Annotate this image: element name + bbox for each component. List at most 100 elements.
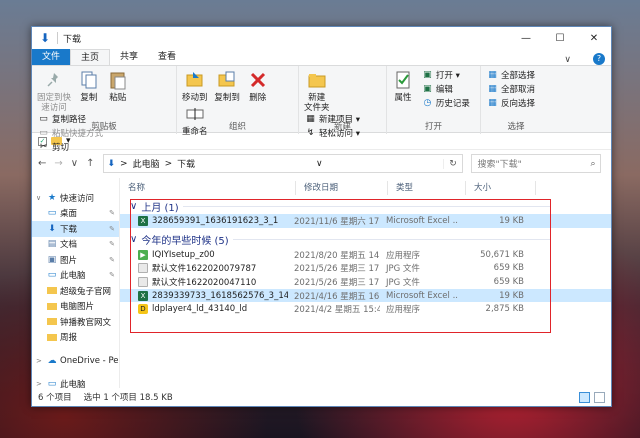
column-header-size[interactable]: 大小: [466, 181, 536, 195]
tab-view[interactable]: 查看: [148, 49, 186, 65]
pin-icon: ✎: [109, 240, 115, 249]
group-header-earlier-this-year[interactable]: ∨ 今年的早些时候 (5): [120, 232, 611, 248]
group-collapse-chevron-icon[interactable]: ∨: [130, 234, 137, 245]
expand-chevron-icon[interactable]: >: [36, 380, 44, 388]
move-to-button[interactable]: 移动到: [182, 69, 208, 103]
document-icon: ▤: [47, 239, 57, 250]
select-group-label: 选择: [507, 122, 525, 132]
jpg-icon: [138, 276, 148, 287]
pin-quick-access-button[interactable]: 固定到快 速访问: [37, 69, 71, 113]
select-all-label: 全部选择: [501, 71, 536, 81]
file-name: ldplayer4_ld_43140_ld: [152, 304, 248, 315]
nav-item-documents[interactable]: ▤ 文档 ✎: [32, 237, 119, 253]
file-size: 659 KB: [493, 276, 524, 287]
expand-chevron-icon[interactable]: >: [36, 357, 44, 365]
select-none-button[interactable]: ▦ 全部取消: [487, 83, 535, 95]
back-arrow-icon[interactable]: ←: [38, 158, 46, 169]
nav-item-label: 快速访问: [60, 193, 95, 204]
properties-icon: [392, 69, 414, 91]
history-label: 历史记录: [435, 99, 470, 109]
maximize-button[interactable]: ☐: [543, 27, 577, 49]
select-group: ▦ 全部选择 ▦ 全部取消 ▦ 反向选择 选择: [481, 66, 551, 134]
nav-item-folder[interactable]: 周报: [32, 330, 119, 346]
select-small-buttons: ▦ 全部选择 ▦ 全部取消 ▦ 反向选择: [487, 69, 535, 109]
delete-button[interactable]: 删除: [247, 69, 269, 103]
refresh-icon[interactable]: ↻: [443, 158, 461, 169]
tab-home[interactable]: 主页: [70, 49, 111, 65]
copy-button[interactable]: 复制: [78, 69, 100, 103]
file-row[interactable]: X 328659391_1636191623_3_1 2021/11/6 星期六 …: [120, 214, 611, 228]
nav-item-this-pc[interactable]: > ▭ 此电脑: [32, 377, 119, 388]
paste-button[interactable]: 粘贴: [107, 69, 129, 103]
up-arrow-icon[interactable]: ↑: [86, 158, 94, 169]
picture-icon: ▣: [47, 254, 57, 265]
nav-item-this-pc-pinned[interactable]: ▭ 此电脑 ✎: [32, 268, 119, 284]
file-row[interactable]: X 2839339733_1618562576_3_14 2021/4/16 星期…: [120, 288, 611, 303]
details-view-icon[interactable]: [579, 391, 590, 403]
collapse-chevron-icon[interactable]: ∨: [36, 194, 44, 202]
tab-share[interactable]: 共享: [110, 49, 148, 65]
nav-item-folder[interactable]: 钟播教官网文: [32, 314, 119, 330]
file-row[interactable]: 默认文件1622020047110 2021/5/26 星期三 17:... J…: [120, 275, 611, 289]
forward-arrow-icon[interactable]: →: [54, 158, 62, 169]
close-button[interactable]: ✕: [577, 27, 611, 49]
nav-item-label: 钟播教官网文: [60, 317, 112, 328]
invert-selection-label: 反向选择: [501, 99, 536, 109]
breadcrumb-downloads[interactable]: 下载: [177, 157, 195, 170]
file-size: 2,875 KB: [485, 304, 524, 315]
file-date: 2021/8/20 星期五 14:...: [294, 250, 380, 261]
file-size: 50,671 KB: [480, 249, 524, 260]
invert-selection-button[interactable]: ▦ 反向选择: [487, 97, 535, 109]
pin-icon: ✎: [109, 255, 115, 264]
nav-item-downloads[interactable]: ⬇ 下载 ✎: [32, 221, 119, 237]
nav-item-onedrive[interactable]: > ☁ OneDrive - Pe: [32, 353, 119, 369]
file-type: 应用程序: [386, 305, 421, 316]
nav-item-desktop[interactable]: ▭ 桌面 ✎: [32, 206, 119, 222]
nav-item-folder[interactable]: 电脑图片: [32, 299, 119, 315]
cut-button[interactable]: ✂ 剪切: [38, 141, 103, 153]
group-collapse-chevron-icon[interactable]: ∨: [130, 201, 137, 212]
file-size: 19 KB: [499, 290, 524, 301]
open-button[interactable]: ▣ 打开 ▾: [422, 69, 470, 81]
address-dropdown-icon[interactable]: ∨: [316, 159, 323, 169]
open-group-label: 打开: [424, 122, 442, 132]
cloud-icon: ☁: [47, 355, 57, 366]
folder-icon: [47, 332, 57, 342]
properties-button[interactable]: 属性: [392, 69, 414, 103]
group-header-last-month[interactable]: ∨ 上月 (1): [120, 198, 611, 214]
recent-locations-chevron-icon[interactable]: ∨: [71, 158, 78, 169]
nav-item-pictures[interactable]: ▣ 图片 ✎: [32, 252, 119, 268]
navigation-pane: ∨ ★ 快速访问 ▭ 桌面 ✎ ⬇ 下载 ✎ ▤ 文档 ✎ ▣ 图片 ✎ ▭ 此…: [32, 178, 120, 388]
computer-icon: ▭: [47, 379, 57, 388]
file-row[interactable]: 默认文件1622020079787 2021/5/26 星期三 17:... J…: [120, 261, 611, 275]
column-header-name[interactable]: 名称: [120, 181, 296, 195]
file-row[interactable]: ▶ IQIYIsetup_z00 2021/8/20 星期五 14:... 应用程…: [120, 248, 611, 262]
nav-item-quick-access[interactable]: ∨ ★ 快速访问: [32, 190, 119, 206]
excel-icon: X: [138, 215, 148, 226]
file-row[interactable]: Dldplayer4_ld_43140_ld 2021/4/2 星期五 15:4…: [120, 302, 611, 316]
history-icon: ◷: [423, 98, 432, 108]
minimize-button[interactable]: —: [509, 27, 543, 49]
help-icon[interactable]: ?: [593, 53, 605, 65]
history-button[interactable]: ◷ 历史记录: [422, 97, 470, 109]
tab-file[interactable]: 文件: [32, 49, 71, 65]
address-bar[interactable]: ⬇ > 此电脑 > 下载 ∨ ↻: [102, 154, 463, 173]
group-header-label: 今年的早些时候 (5): [141, 236, 229, 248]
folder-icon: [47, 301, 57, 311]
copy-to-button[interactable]: 复制到: [214, 69, 240, 103]
search-input[interactable]: 搜索"下载" ⌕: [470, 154, 601, 173]
copy-to-label: 复制到: [214, 93, 240, 103]
edit-button[interactable]: ▣ 编辑: [422, 83, 470, 95]
new-group-label: 新建: [333, 122, 351, 132]
column-header-date[interactable]: 修改日期: [296, 181, 388, 195]
large-icons-view-icon[interactable]: [594, 391, 605, 403]
column-header-type[interactable]: 类型: [388, 181, 466, 195]
computer-icon: ▭: [47, 270, 57, 281]
nav-item-label: 电脑图片: [60, 302, 95, 313]
nav-item-folder[interactable]: 超级兔子官网: [32, 283, 119, 299]
search-placeholder: 搜索"下载": [477, 160, 522, 170]
breadcrumb-this-pc[interactable]: 此电脑: [133, 157, 160, 170]
new-folder-button[interactable]: 新建 文件夹: [304, 69, 330, 113]
select-all-button[interactable]: ▦ 全部选择: [487, 69, 535, 81]
ribbon-collapse-chevron-icon[interactable]: ∨: [564, 55, 571, 65]
